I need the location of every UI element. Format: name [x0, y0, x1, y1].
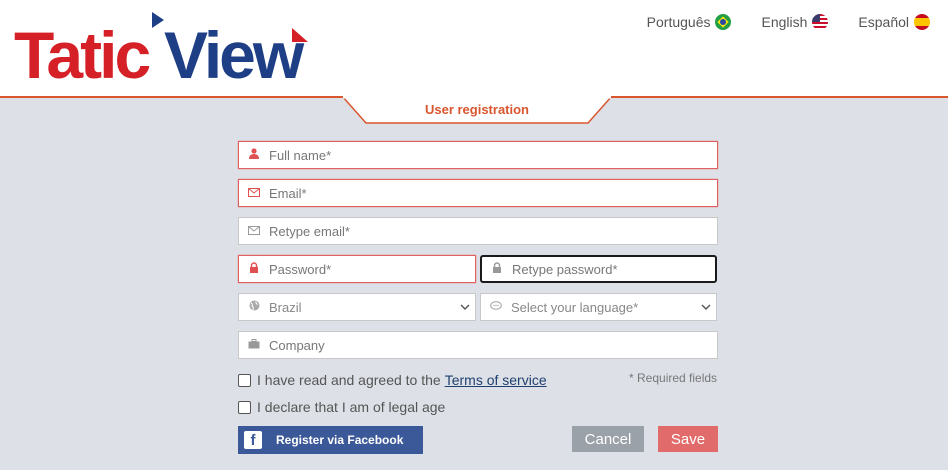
lock-icon [239, 262, 269, 276]
full-name-field [238, 141, 718, 169]
password-field [238, 255, 476, 283]
email-input[interactable] [269, 180, 717, 206]
company-input[interactable] [269, 332, 717, 358]
retype-password-input[interactable] [512, 257, 715, 281]
usa-flag-icon [812, 14, 829, 30]
chat-icon [481, 300, 511, 314]
company-field [238, 331, 718, 359]
facebook-icon: f [244, 431, 262, 449]
legal-age-checkbox-row: I declare that I am of legal age [238, 399, 445, 415]
header: Tatic View Português English Español [0, 0, 948, 96]
spain-flag-icon [914, 14, 930, 30]
language-select[interactable]: Select your language* [480, 293, 717, 321]
terms-of-service-link[interactable]: Terms of service [445, 372, 547, 388]
registration-tab: User registration [342, 96, 612, 124]
svg-text:Tatic: Tatic [14, 18, 149, 86]
lang-spanish[interactable]: Español [858, 12, 930, 32]
lang-portuguese[interactable]: Português [647, 12, 732, 32]
user-icon [239, 148, 269, 162]
brazil-flag-icon [715, 14, 732, 30]
chevron-down-icon [696, 301, 716, 313]
register-facebook-label: Register via Facebook [276, 433, 404, 447]
terms-checkbox[interactable] [238, 373, 251, 387]
language-value: Select your language* [511, 299, 639, 315]
retype-email-field [238, 217, 718, 245]
lock-icon [482, 262, 512, 276]
country-select[interactable]: Brazil [238, 293, 476, 321]
full-name-input[interactable] [269, 142, 717, 168]
tab-title: User registration [424, 102, 530, 117]
password-input[interactable] [269, 256, 475, 282]
language-switcher: Português English Español [617, 12, 930, 32]
chevron-down-icon [455, 301, 475, 313]
country-value: Brazil [269, 299, 302, 315]
cancel-button[interactable]: Cancel [572, 426, 644, 452]
lang-english[interactable]: English [761, 12, 829, 32]
save-button[interactable]: Save [658, 426, 718, 452]
terms-checkbox-row: I have read and agreed to the Terms of s… [238, 372, 547, 388]
terms-label: I have read and agreed to the [257, 372, 441, 388]
svg-text:View: View [164, 18, 305, 86]
required-fields-note: * Required fields [629, 371, 718, 385]
taticview-logo[interactable]: Tatic View [12, 8, 312, 86]
lang-spanish-label: Español [858, 14, 909, 30]
retype-email-input[interactable] [269, 218, 717, 244]
legal-age-checkbox[interactable] [238, 400, 251, 414]
retype-password-field [480, 255, 717, 283]
envelope-icon [239, 186, 269, 200]
legal-age-label: I declare that I am of legal age [257, 399, 446, 415]
globe-icon [239, 300, 269, 314]
email-field [238, 179, 718, 207]
envelope-icon [239, 224, 269, 238]
register-facebook-button[interactable]: f Register via Facebook [238, 426, 423, 454]
lang-portuguese-label: Português [646, 14, 711, 30]
lang-english-label: English [761, 14, 808, 30]
briefcase-icon [239, 338, 269, 352]
